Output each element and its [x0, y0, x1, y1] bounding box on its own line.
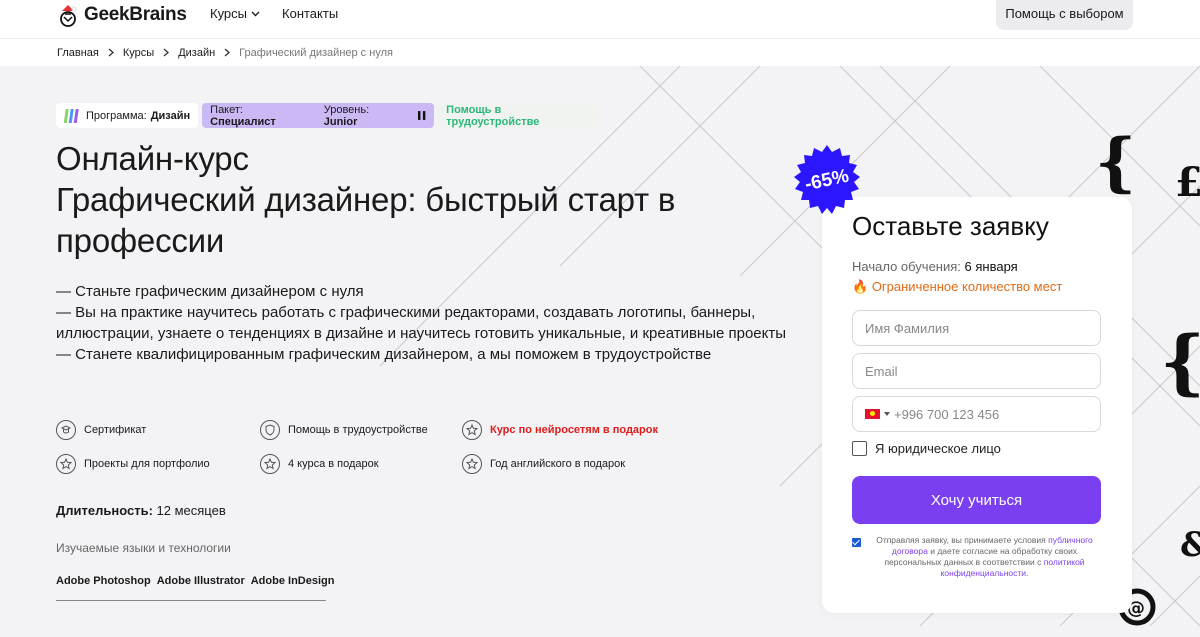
application-form: Оставьте заявку Начало обучения: 6 январ…: [822, 197, 1132, 613]
feature-label: Проекты для портфолио: [84, 458, 210, 470]
nav-contacts-label: Контакты: [282, 6, 339, 21]
pack-label: Пакет:: [210, 103, 243, 116]
tech-item: Adobe Illustrator: [156, 575, 245, 587]
tech-item: Adobe InDesign: [250, 575, 335, 587]
level-bars-icon: [418, 111, 426, 120]
main-nav: Курсы Контакты: [210, 6, 338, 21]
title-line: Онлайн-курс: [56, 140, 249, 177]
page-title: Онлайн-курс Графический дизайнер: быстры…: [56, 138, 675, 261]
program-label: Программа:: [86, 109, 147, 122]
feature-ai-course[interactable]: Курс по нейросетям в подарок: [462, 420, 658, 440]
consent-text-part: .: [1026, 568, 1029, 578]
site-header: GeekBrains Курсы Контакты Помощь с выбор…: [0, 0, 1200, 38]
star-icon: [260, 454, 280, 474]
feature-label: 4 курса в подарок: [288, 458, 379, 470]
phone-field[interactable]: +996 700 123 456: [852, 396, 1101, 432]
chevron-right-icon: [163, 48, 170, 57]
limited-text: Ограниченное количество мест: [871, 279, 1063, 294]
chevron-down-icon: [251, 11, 260, 16]
title-line: Графический дизайнер: быстрый старт в: [56, 181, 676, 218]
tech-title: Изучаемые языки и технологии: [56, 541, 231, 555]
tech-item: Adobe Photoshop: [56, 575, 151, 587]
certificate-icon: [56, 420, 76, 440]
feature-portfolio: Проекты для портфолио: [56, 454, 210, 474]
discount-value: -65%: [803, 165, 851, 196]
duration-label: Длительность:: [56, 503, 153, 518]
breadcrumb-current: Графический дизайнер с нуля: [239, 46, 393, 59]
star-icon: [462, 454, 482, 474]
consent-checkbox[interactable]: [852, 538, 861, 547]
feature-english: Год английского в подарок: [462, 454, 625, 474]
feature-label: Год английского в подарок: [490, 458, 626, 470]
program-value: Дизайн: [150, 109, 191, 122]
course-duration: Длительность: 12 месяцев: [56, 503, 226, 518]
chevron-right-icon: [224, 48, 231, 57]
help-choose-button[interactable]: Помощь с выбором: [996, 0, 1133, 30]
svg-text:&: &: [1180, 525, 1200, 565]
description-line: иллюстрации, узнаете о тенденциях в диза…: [56, 325, 787, 342]
form-title: Оставьте заявку: [852, 211, 1049, 241]
limited-seats: 🔥 Ограниченное количество мест: [852, 279, 1062, 295]
description-line: — Станьте графическим дизайнером с нуля: [56, 283, 364, 300]
nav-courses-label: Курсы: [210, 6, 248, 21]
start-value: 6 января: [964, 259, 1018, 274]
phone-placeholder: +996 700 123 456: [894, 406, 1000, 422]
feature-gift-courses: 4 курса в подарок: [260, 454, 379, 474]
tech-list: Adobe Photoshop Adobe Illustrator Adobe …: [56, 575, 334, 587]
star-icon: [462, 420, 482, 440]
consent-text: Отправляя заявку, вы принимаете условия …: [867, 535, 1102, 579]
nav-contacts[interactable]: Контакты: [282, 6, 338, 21]
legal-entity-checkbox[interactable]: [852, 441, 867, 456]
feature-label: Сертификат: [84, 424, 147, 436]
pack-level-tag: Пакет: Специалист Уровень: Junior: [202, 103, 435, 128]
email-field[interactable]: Email: [852, 353, 1101, 389]
star-icon: [56, 454, 76, 474]
consent-text-part: Отправляя заявку, вы принимаете условия: [876, 535, 1046, 545]
duration-value: 12 месяцев: [156, 503, 226, 518]
logo[interactable]: GeekBrains: [58, 4, 187, 27]
start-label: Начало обучения:: [852, 259, 961, 274]
employment-help-tag: Помощь в трудоустройстве: [438, 103, 599, 128]
fire-icon: 🔥: [852, 279, 869, 294]
feature-label: Помощь в трудоустройстве: [288, 424, 428, 436]
svg-text:£: £: [1175, 159, 1200, 206]
svg-text:{: {: [1160, 320, 1200, 403]
breadcrumb: Главная Курсы Дизайн Графический дизайне…: [0, 38, 1200, 66]
name-field[interactable]: Имя Фамилия: [852, 310, 1101, 346]
level-value: Junior: [323, 115, 358, 128]
legal-entity-label: Я юридическое лицо: [875, 441, 1001, 456]
start-date: Начало обучения: 6 января: [852, 259, 1018, 274]
breadcrumb-courses[interactable]: Курсы: [123, 47, 154, 59]
feature-label: Курс по нейросетям в подарок: [490, 424, 658, 436]
course-tags: Программа: Дизайн Пакет: Специалист Уров…: [56, 103, 599, 128]
program-tag: Программа: Дизайн: [56, 103, 199, 128]
discount-badge: -65%: [789, 143, 865, 219]
course-description: — Станьте графическим дизайнером с нуля …: [56, 281, 786, 365]
chevron-down-icon: [884, 412, 890, 416]
logo-icon: [58, 5, 78, 27]
hero-section: { £ { & @ Программа: Дизайн Пакет: Специ…: [0, 66, 1200, 637]
kyrgyzstan-flag-icon[interactable]: [865, 409, 880, 419]
consent-block: Отправляя заявку, вы принимаете условия …: [852, 535, 1102, 579]
pack-value: Специалист: [210, 115, 276, 128]
breadcrumb-home[interactable]: Главная: [57, 47, 99, 59]
chevron-right-icon: [108, 48, 114, 57]
nav-courses[interactable]: Курсы: [210, 6, 260, 21]
feature-employment: Помощь в трудоустройстве: [260, 420, 428, 440]
level-label: Уровень:: [323, 103, 370, 116]
submit-button[interactable]: Хочу учиться: [852, 476, 1101, 524]
divider: [56, 600, 326, 601]
shield-icon: [260, 420, 280, 440]
logo-text: GeekBrains: [84, 4, 187, 25]
design-program-icon: [64, 108, 79, 123]
description-line: — Вы на практике научитесь работать с гр…: [56, 304, 756, 321]
svg-text:{: {: [1095, 125, 1136, 200]
breadcrumb-design[interactable]: Дизайн: [178, 47, 215, 59]
feature-certificate: Сертификат: [56, 420, 146, 440]
title-line: профессии: [56, 222, 225, 259]
description-line: — Станете квалифицированным графическим …: [56, 346, 712, 363]
legal-entity-row: Я юридическое лицо: [852, 441, 1001, 456]
